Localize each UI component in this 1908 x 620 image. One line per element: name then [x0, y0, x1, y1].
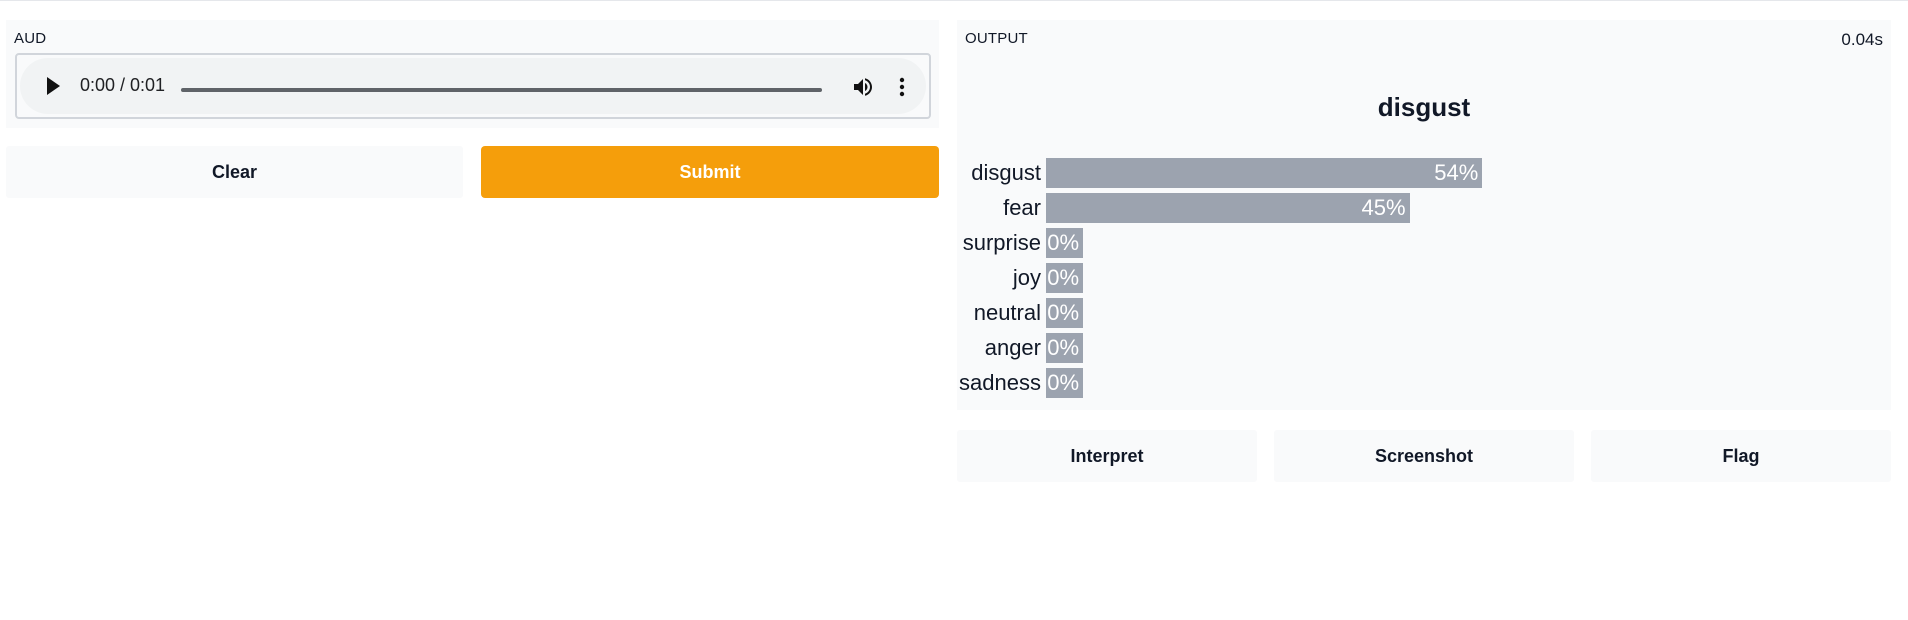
bar-value-fear: 45%	[1361, 195, 1406, 220]
bar-value-sadness: 0%	[1047, 370, 1079, 395]
bar-label-disgust: disgust	[971, 160, 1041, 185]
clear-button[interactable]: Clear	[6, 146, 463, 198]
bar-label-anger: anger	[984, 335, 1041, 360]
flag-button[interactable]: Flag	[1591, 430, 1891, 482]
output-panel: OUTPUT 0.04s disgust disgust 54% fear 45% su…	[957, 20, 1891, 410]
bar-value-joy: 0%	[1047, 265, 1079, 290]
volume-icon[interactable]	[851, 75, 875, 99]
bar-label-neutral: neutral	[973, 300, 1041, 325]
more-vertical-icon[interactable]	[890, 75, 914, 99]
audio-seek-bar[interactable]	[181, 88, 822, 92]
bar-value-neutral: 0%	[1047, 300, 1079, 325]
bar-value-anger: 0%	[1047, 335, 1079, 360]
audio-time-display: 0:00 / 0:01	[80, 75, 166, 95]
play-icon[interactable]	[47, 77, 60, 95]
audio-input-frame: 0:00 / 0:01	[15, 53, 931, 119]
audio-player[interactable]: 0:00 / 0:01	[20, 58, 926, 114]
bar-value-surprise: 0%	[1047, 230, 1079, 255]
top-divider	[0, 0, 1908, 1]
bar-label-fear: fear	[1003, 195, 1041, 220]
bar-label-surprise: surprise	[962, 230, 1041, 255]
submit-button[interactable]: Submit	[481, 146, 939, 198]
input-label: AUD	[14, 30, 47, 47]
audio-input-panel: AUD 0:00 / 0:01	[6, 20, 939, 128]
bar-value-disgust: 54%	[1434, 160, 1479, 185]
interpret-button[interactable]: Interpret	[957, 430, 1257, 482]
bar-label-sadness: sadness	[959, 370, 1041, 395]
confidence-chart: disgust 54% fear 45% surprise 0% joy 0% neutral 0…	[957, 20, 1891, 410]
bar-label-joy: joy	[1012, 265, 1041, 290]
screenshot-button[interactable]: Screenshot	[1274, 430, 1574, 482]
